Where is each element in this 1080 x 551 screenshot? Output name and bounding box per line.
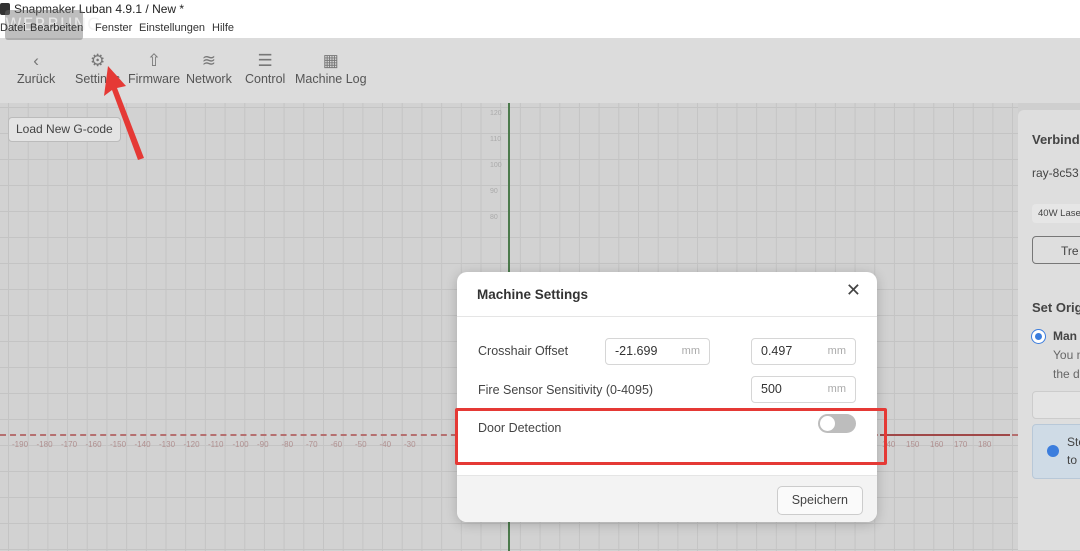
x-axis-positive	[880, 434, 1010, 436]
crosshair-y-input[interactable]: 0.497 mm	[751, 338, 856, 365]
connection-title: Verbind	[1032, 132, 1080, 147]
x-tick-label: -70	[306, 440, 318, 449]
unit: mm	[827, 383, 846, 395]
x-tick-label: 160	[930, 440, 944, 449]
manual-radio[interactable]	[1032, 330, 1045, 343]
y-tick-label: 90	[490, 188, 498, 195]
x-tick-label: 170	[954, 440, 968, 449]
x-tick-label: -50	[355, 440, 367, 449]
menu-bearbeiten[interactable]: Bearbeiten	[30, 18, 83, 38]
fire-sensor-label: Fire Sensor Sensitivity (0-4095)	[478, 383, 654, 397]
x-tick-label: 180	[978, 440, 992, 449]
info-icon	[1047, 445, 1059, 457]
x-tick-label: -180	[36, 440, 53, 449]
wifi-icon: ≋	[201, 51, 217, 70]
device-name: ray-8c53	[1032, 166, 1079, 180]
info-text: Ste	[1067, 435, 1080, 449]
value: 500	[761, 382, 782, 396]
menu-bar: Datei Bearbeiten Fenster Einstellungen H…	[0, 18, 1080, 38]
y-tick-label: 110	[490, 136, 502, 143]
origin-input[interactable]	[1032, 391, 1080, 419]
x-tick-label: -40	[379, 440, 392, 449]
info-box: Ste to	[1032, 424, 1080, 479]
sliders-icon: ☰	[257, 51, 273, 70]
crosshair-x-input[interactable]: -21.699 mm	[605, 338, 710, 365]
menu-fenster[interactable]: Fenster	[95, 18, 132, 38]
x-tick-label: -100	[232, 440, 249, 449]
x-tick-label: -120	[183, 440, 200, 449]
menu-hilfe[interactable]: Hilfe	[212, 18, 234, 38]
fire-sensor-input[interactable]: 500 mm	[751, 376, 856, 403]
menu-einstellungen[interactable]: Einstellungen	[139, 18, 205, 38]
x-tick-label: 150	[906, 440, 920, 449]
back-button[interactable]: ‹ Zurück	[17, 50, 55, 86]
machine-log-button[interactable]: ▦ Machine Log	[295, 50, 367, 86]
x-tick-label: -130	[159, 440, 176, 449]
annotation-arrow-icon	[104, 66, 144, 160]
dialog-footer: Speichern	[457, 475, 877, 522]
save-button[interactable]: Speichern	[776, 486, 863, 515]
control-button[interactable]: ☰ Control	[245, 50, 285, 86]
value: -21.699	[615, 344, 658, 358]
radio-label: Man	[1053, 329, 1077, 343]
x-tick-label: -170	[61, 440, 78, 449]
radio-desc: You n	[1053, 348, 1080, 362]
log-icon: ▦	[322, 51, 339, 70]
network-button[interactable]: ≋ Network	[186, 50, 232, 86]
unit: mm	[681, 345, 700, 357]
x-tick-label: -150	[110, 440, 127, 449]
x-tick-label: -190	[12, 440, 29, 449]
x-tick-label: -90	[257, 440, 269, 449]
x-tick-label: -140	[134, 440, 151, 449]
toolbar: ‹ Zurück ⚙ Settings ⇧ Firmware ≋ Network ☰ Co…	[0, 38, 1080, 103]
radio-desc: the d	[1053, 367, 1080, 381]
y-tick-label: 120	[490, 110, 502, 117]
disconnect-button[interactable]: Tre	[1032, 236, 1080, 264]
x-tick-label: -60	[330, 440, 343, 449]
y-tick-label: 80	[490, 214, 498, 221]
close-icon[interactable]: ✕	[846, 280, 861, 301]
title-bar: Snapmaker Luban 4.9.1 / New *	[0, 0, 1080, 18]
info-text: to	[1067, 453, 1078, 467]
x-tick-label: -30	[404, 440, 416, 449]
set-origin-title: Set Orig	[1032, 300, 1080, 315]
x-tick-label: -80	[281, 440, 294, 449]
crosshair-offset-label: Crosshair Offset	[478, 344, 569, 358]
x-tick-label: -110	[208, 440, 224, 449]
menu-datei[interactable]: Datei	[0, 18, 26, 38]
machine-badge: 40W Lase	[1032, 204, 1080, 223]
chevron-left-icon: ‹	[33, 51, 39, 70]
x-tick-label: -160	[85, 440, 102, 449]
annotation-highlight-box	[455, 408, 887, 465]
y-tick-label: 100	[490, 162, 502, 169]
machine-settings-dialog: Machine Settings ✕ Crosshair Offset -21.…	[457, 272, 877, 522]
value: 0.497	[761, 344, 793, 358]
right-panel: Verbind ray-8c53 40W Lase Tre Set Orig M…	[1018, 110, 1080, 550]
unit: mm	[827, 345, 846, 357]
dialog-title: Machine Settings	[457, 272, 877, 317]
